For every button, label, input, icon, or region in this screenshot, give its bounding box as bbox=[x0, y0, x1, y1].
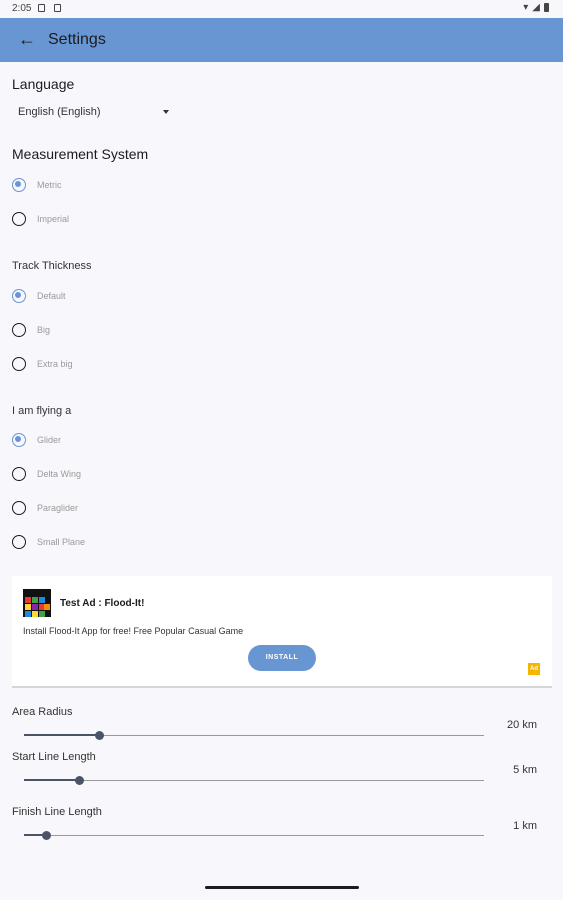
ad-body: Install Flood-It App for free! Free Popu… bbox=[23, 626, 244, 636]
gesture-nav-handle[interactable] bbox=[205, 886, 359, 889]
radio-button-selected[interactable] bbox=[12, 433, 26, 447]
area-radius-slider[interactable] bbox=[24, 731, 484, 740]
slider-thumb[interactable] bbox=[95, 731, 105, 740]
install-button[interactable]: INSTALL bbox=[248, 645, 316, 671]
ad-card[interactable]: Test Ad : Flood-It! Install Flood-It App… bbox=[12, 576, 552, 688]
measurement-title: Measurement System bbox=[12, 146, 149, 162]
radio-extra-big[interactable]: Extra big bbox=[12, 355, 212, 375]
radio-label: Metric bbox=[37, 180, 62, 190]
radio-label: Extra big bbox=[37, 359, 73, 369]
radio-glider[interactable]: Glider bbox=[12, 431, 212, 451]
slider-fill bbox=[24, 734, 100, 736]
radio-button[interactable] bbox=[12, 535, 26, 549]
finish-line-length-slider[interactable] bbox=[24, 831, 484, 840]
sd-card-icon bbox=[54, 4, 61, 12]
notification-icon bbox=[38, 4, 45, 12]
radio-small-plane[interactable]: Small Plane bbox=[12, 533, 212, 553]
wifi-icon: ▾ bbox=[523, 2, 529, 13]
radio-imperial[interactable]: Imperial bbox=[12, 210, 212, 230]
start-line-length-slider[interactable] bbox=[24, 776, 484, 785]
finish-line-length-value: 1 km bbox=[513, 820, 537, 832]
chevron-down-icon bbox=[163, 110, 169, 114]
radio-paraglider[interactable]: Paraglider bbox=[12, 499, 212, 519]
radio-big[interactable]: Big bbox=[12, 321, 212, 341]
battery-icon bbox=[544, 3, 549, 12]
flying-title: I am flying a bbox=[12, 405, 72, 417]
status-time: 2:05 bbox=[12, 3, 32, 14]
radio-label: Big bbox=[37, 325, 51, 335]
radio-label: Glider bbox=[37, 435, 62, 445]
app-bar: ← Settings bbox=[0, 18, 563, 62]
radio-default[interactable]: Default bbox=[12, 287, 212, 307]
track-thickness-title: Track Thickness bbox=[12, 260, 92, 272]
radio-metric[interactable]: Metric bbox=[12, 176, 212, 196]
radio-button[interactable] bbox=[12, 212, 26, 226]
ad-title[interactable]: Test Ad : Flood-It! bbox=[60, 598, 144, 609]
radio-delta-wing[interactable]: Delta Wing bbox=[12, 465, 212, 485]
radio-button[interactable] bbox=[12, 357, 26, 371]
start-line-length-value: 5 km bbox=[513, 764, 537, 776]
finish-line-length-label: Finish Line Length bbox=[12, 806, 102, 818]
ad-badge: Ad bbox=[528, 663, 540, 675]
radio-button-selected[interactable] bbox=[12, 289, 26, 303]
start-line-length-label: Start Line Length bbox=[12, 751, 96, 763]
radio-label: Small Plane bbox=[37, 537, 86, 547]
signal-icon: ◢ bbox=[532, 2, 540, 13]
radio-button[interactable] bbox=[12, 467, 26, 481]
language-value: English (English) bbox=[18, 106, 101, 118]
language-title: Language bbox=[12, 76, 75, 92]
area-radius-value: 20 km bbox=[507, 719, 537, 731]
ad-app-logo[interactable] bbox=[23, 589, 51, 617]
status-bar: 2:05 ▾ ◢ bbox=[0, 0, 563, 18]
language-dropdown[interactable]: English (English) bbox=[12, 104, 172, 122]
slider-fill bbox=[24, 779, 80, 781]
radio-label: Delta Wing bbox=[37, 469, 82, 479]
area-radius-label: Area Radius bbox=[12, 706, 73, 718]
radio-button[interactable] bbox=[12, 501, 26, 515]
radio-button[interactable] bbox=[12, 323, 26, 337]
radio-button-selected[interactable] bbox=[12, 178, 26, 192]
slider-thumb[interactable] bbox=[74, 776, 84, 785]
page-title: Settings bbox=[48, 31, 106, 48]
radio-label: Default bbox=[37, 291, 66, 301]
radio-label: Imperial bbox=[37, 214, 70, 224]
slider-thumb[interactable] bbox=[41, 831, 51, 840]
radio-label: Paraglider bbox=[37, 503, 79, 513]
arrow-left-icon[interactable]: ← bbox=[14, 26, 40, 52]
